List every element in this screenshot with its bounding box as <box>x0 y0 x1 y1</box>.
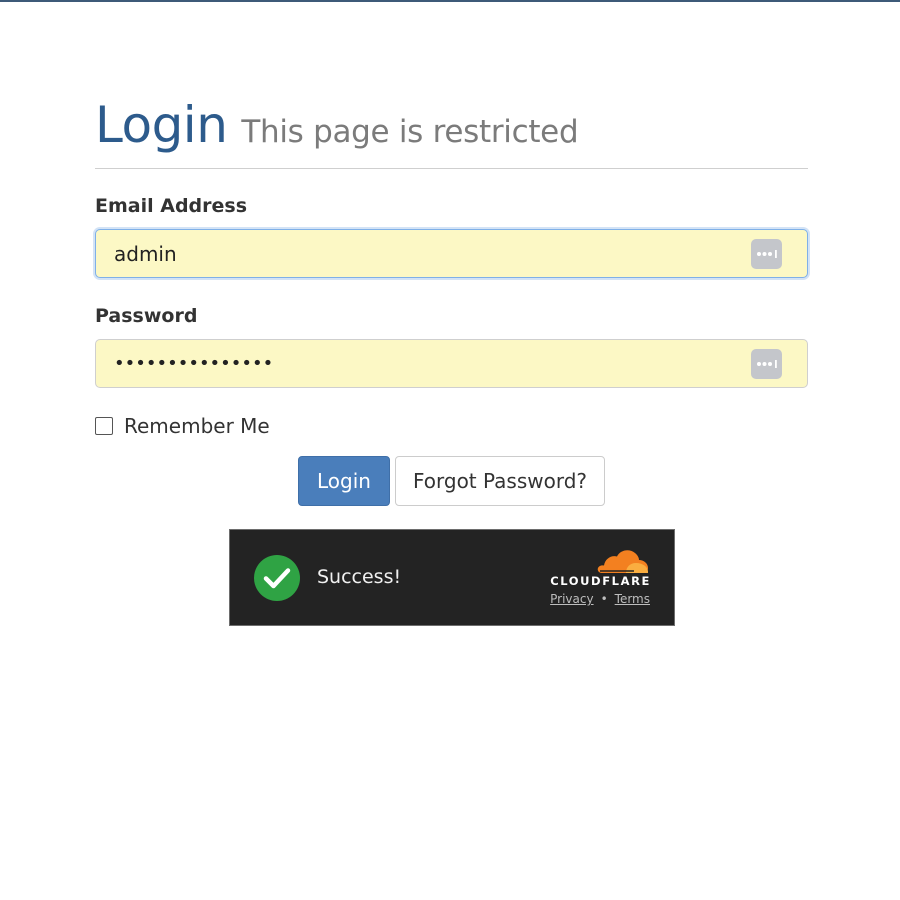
forgot-password-button[interactable]: Forgot Password? <box>395 456 605 506</box>
password-manager-key-icon[interactable] <box>751 239 782 269</box>
login-button[interactable]: Login <box>298 456 390 506</box>
page-title: Login <box>95 96 228 154</box>
privacy-link[interactable]: Privacy <box>550 592 593 606</box>
password-field[interactable] <box>95 339 808 388</box>
captcha-links: Privacy • Terms <box>550 592 650 606</box>
captcha-status: Success! <box>317 566 402 588</box>
terms-link[interactable]: Terms <box>615 592 650 606</box>
cloudflare-cloud-icon <box>597 550 648 573</box>
email-field[interactable] <box>95 229 808 278</box>
remember-me-label[interactable]: Remember Me <box>124 414 270 438</box>
top-border <box>0 0 900 2</box>
link-separator: • <box>600 592 608 606</box>
password-label: Password <box>95 305 198 327</box>
page-subtitle: This page is restricted <box>241 114 579 150</box>
remember-me-checkbox[interactable] <box>95 417 113 435</box>
email-label: Email Address <box>95 195 248 217</box>
password-manager-key-icon[interactable] <box>751 349 782 379</box>
page-header: Login This page is restricted <box>95 96 808 169</box>
remember-me-row[interactable]: Remember Me <box>95 414 270 438</box>
checkmark-circle-icon <box>254 555 300 601</box>
email-input[interactable] <box>96 230 736 277</box>
cloudflare-brand: CLOUDFLARE <box>550 574 651 588</box>
password-input[interactable] <box>96 340 736 387</box>
cloudflare-turnstile-widget: Success! CLOUDFLARE Privacy • Terms <box>229 529 675 626</box>
